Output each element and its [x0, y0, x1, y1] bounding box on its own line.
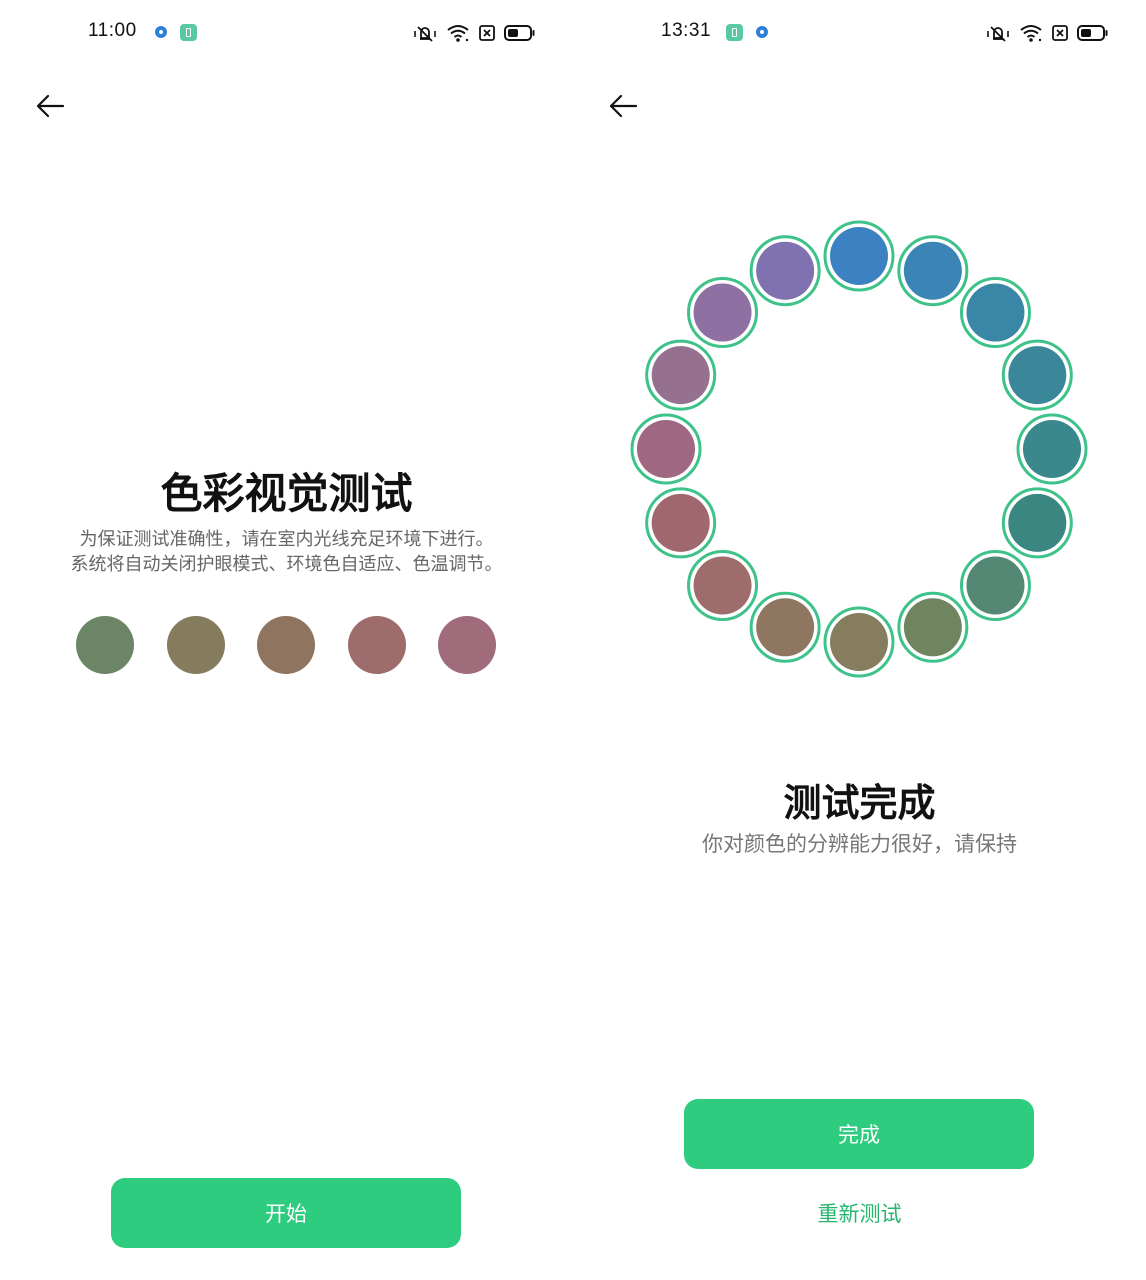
color-vision-result-screen: 13:31 测试完成 你对颜色的分辨能力很好，请保持 完成 重新测试	[573, 0, 1146, 1280]
ring-swatch	[830, 227, 888, 285]
sample-swatch	[438, 616, 496, 674]
sample-swatch	[166, 616, 225, 674]
result-title: 测试完成	[783, 781, 936, 825]
wifi-icon	[447, 25, 469, 42]
done-button[interactable]: 完成	[684, 1099, 1034, 1169]
ring-swatch	[1023, 420, 1081, 478]
sample-swatch	[257, 616, 315, 674]
notification-icon	[155, 26, 167, 38]
page-title: 色彩视觉测试	[160, 469, 413, 518]
description-line-1: 为保证测试准确性，请在室内光线充足环境下进行。	[79, 529, 494, 550]
color-vision-intro-screen: 11:00 色彩视觉测试 为保证测试准确性，请在室内光线充足环境下进行。 系统将…	[0, 0, 573, 1280]
ring-swatch	[651, 493, 710, 552]
vibrate-icon	[414, 26, 436, 42]
battery-icon	[504, 25, 535, 41]
ring-swatch	[756, 598, 815, 657]
ring-swatch	[903, 241, 962, 300]
retest-button[interactable]: 重新测试	[573, 1198, 1146, 1228]
ring-swatch	[693, 556, 752, 615]
status-icons	[412, 22, 536, 44]
ring-swatch	[637, 420, 695, 478]
back-button[interactable]	[32, 88, 68, 124]
ring-swatch	[756, 241, 815, 300]
color-ring	[630, 220, 1088, 678]
sample-swatch	[76, 616, 134, 674]
ring-swatch	[966, 283, 1025, 342]
ring-swatch	[1008, 346, 1067, 405]
ring-swatch	[693, 283, 752, 342]
ring-swatch	[903, 598, 962, 657]
ring-swatch	[966, 556, 1025, 615]
no-sim-icon	[479, 25, 495, 41]
status-time: 11:00	[88, 20, 137, 41]
description-line-2: 系统将自动关闭护眼模式、环境色自适应、色温调节。	[70, 554, 503, 575]
ring-swatch	[830, 613, 888, 671]
ring-swatch	[651, 346, 710, 405]
result-text: 你对颜色的分辨能力很好，请保持	[702, 832, 1017, 856]
ring-swatch	[1008, 493, 1067, 552]
sample-swatch	[347, 616, 406, 674]
app-notification-icon	[180, 24, 197, 41]
start-button[interactable]: 开始	[111, 1178, 461, 1248]
back-arrow-icon	[36, 94, 65, 118]
